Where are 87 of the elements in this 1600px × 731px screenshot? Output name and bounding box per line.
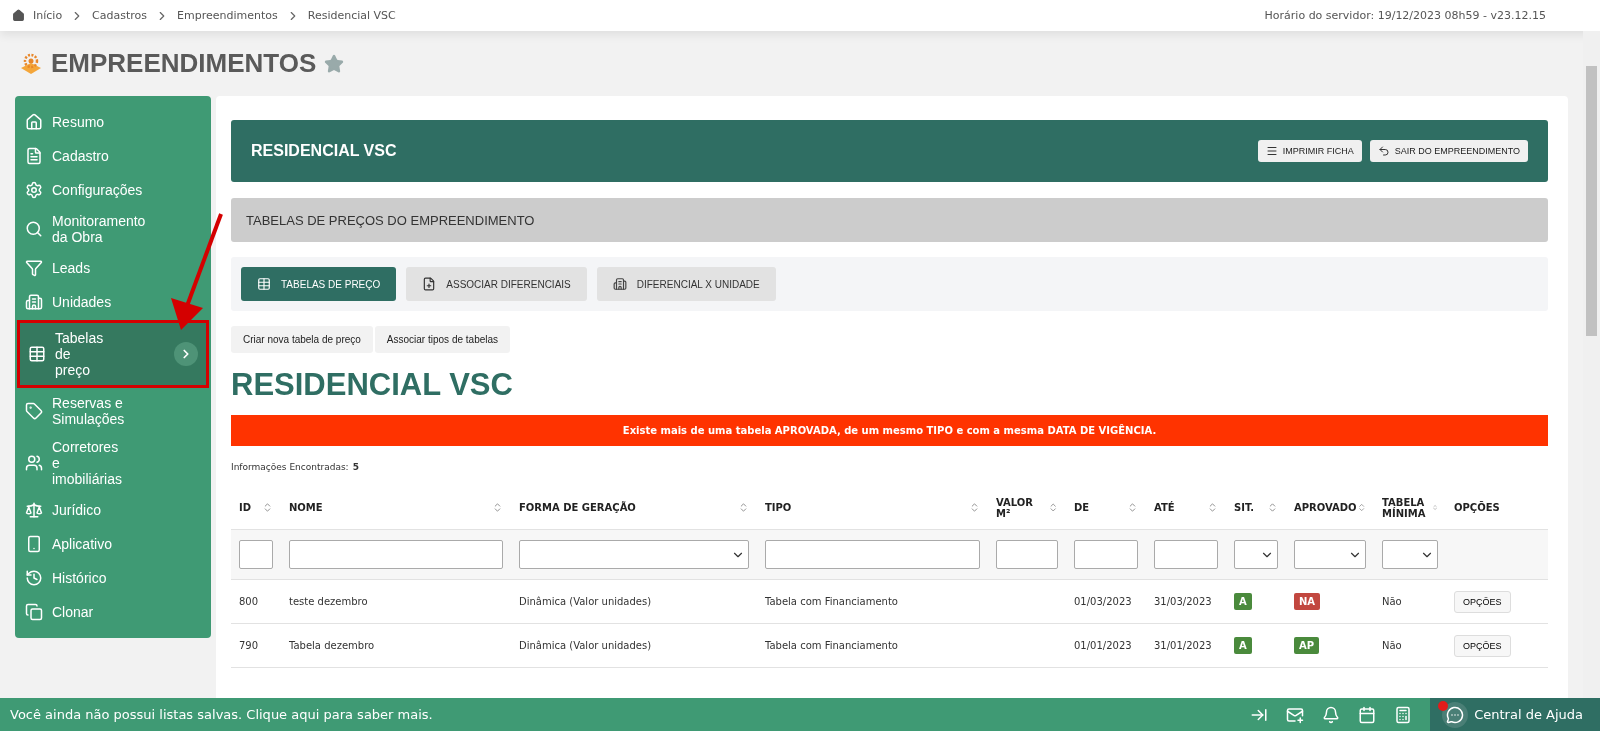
sort-icon (1356, 502, 1366, 513)
server-time: Horário do servidor: 19/12/2023 08h59 - v23.12.15 (1264, 9, 1546, 22)
bell-icon[interactable] (1322, 705, 1341, 724)
table-cell: Dinâmica (Valor unidades) (511, 580, 757, 624)
table-cell: 800 (231, 580, 281, 624)
action-button[interactable]: Criar nova tabela de preço (231, 326, 373, 353)
section-title: TABELAS DE PREÇOS DO EMPREENDIMENTO (231, 198, 1548, 242)
help-button[interactable]: Central de Ajuda (1430, 698, 1600, 731)
home-icon (12, 9, 25, 22)
sort-icon (1431, 502, 1438, 513)
heading: RESIDENCIAL VSC (231, 367, 514, 403)
document-icon (25, 147, 43, 165)
filter-input[interactable] (289, 540, 503, 569)
options-button[interactable]: OPÇÕES (1454, 634, 1511, 657)
breadcrumb-link[interactable]: Residencial VSC (307, 9, 396, 22)
status-badge: A (1234, 593, 1252, 610)
filter-select[interactable] (1234, 540, 1278, 569)
alert-banner: Existe mais de uma tabela APROVADA, de um mesmo TIPO e com a mesma DATA DE VIGÊNCIA. (231, 415, 1548, 446)
sort-icon (969, 502, 980, 513)
filter-input[interactable] (996, 540, 1058, 569)
tab[interactable]: ASSOCIAR DIFERENCIAIS (406, 267, 587, 301)
calculator-icon[interactable] (1394, 705, 1413, 724)
project-title: RESIDENCIAL VSC (251, 142, 397, 160)
table-cell: Tabela com Financiamento (757, 624, 988, 668)
table-cell: Dinâmica (Valor unidades) (511, 624, 757, 668)
sort-icon (262, 502, 273, 513)
sort-icon (492, 502, 503, 513)
count-value: 5 (352, 462, 359, 472)
table-cell: 31/01/2023 (1146, 624, 1226, 668)
table-cell: Não (1374, 624, 1446, 668)
history-icon (25, 569, 43, 587)
table-cell: 790 (231, 624, 281, 668)
approval-badge: AP (1294, 637, 1320, 654)
sort-icon (1127, 502, 1138, 513)
breadcrumb-link[interactable]: Empreendimentos (177, 9, 278, 22)
phone-icon (25, 535, 43, 553)
table-cell: teste dezembro (281, 580, 511, 624)
mail-icon[interactable] (1286, 705, 1305, 724)
filter-input[interactable] (239, 540, 273, 569)
tab[interactable]: DIFERENCIAL X UNIDADE (596, 267, 776, 301)
sort-icon (1267, 502, 1278, 513)
filter-input[interactable] (765, 540, 980, 569)
home-icon (25, 113, 43, 131)
table-cell: Não (1374, 580, 1446, 624)
sort-icon (738, 502, 749, 513)
chat-icon (1446, 705, 1465, 724)
table-icon (28, 345, 46, 363)
back-arrow-icon (1377, 145, 1390, 157)
breadcrumb-link[interactable]: Início (33, 9, 63, 22)
filter-select[interactable] (519, 540, 749, 569)
sort-icon (1207, 502, 1218, 513)
approval-badge: NA (1294, 593, 1321, 610)
sort-icon (1047, 502, 1058, 513)
table-cell: Tabela com Financiamento (757, 580, 988, 624)
settings-icon (25, 181, 43, 199)
filter-select[interactable] (1382, 540, 1438, 569)
tab[interactable]: TABELAS DE PREÇO (241, 267, 397, 301)
filter-select[interactable] (1294, 540, 1366, 569)
building-logo-icon (19, 51, 43, 76)
scale-icon (25, 501, 43, 519)
lines-icon (1265, 145, 1278, 157)
people-icon (25, 454, 43, 472)
sidebar-item[interactable]: Tabelas de preço (17, 320, 209, 388)
count-label: Informações Encontradas: (231, 462, 349, 472)
search-icon (25, 220, 43, 238)
options-button[interactable]: OPÇÕES (1454, 590, 1511, 613)
favorite-star-icon[interactable] (324, 53, 345, 74)
status-badge: A (1234, 637, 1252, 654)
table-cell: 31/03/2023 (1146, 580, 1226, 624)
header-button[interactable]: SAIR DO EMPREENDIMENTO (1369, 140, 1528, 162)
document-icon (422, 277, 437, 291)
table-cell: 01/03/2023 (1066, 580, 1146, 624)
building-icon (25, 293, 43, 311)
action-button[interactable]: Associar tipos de tabelas (374, 326, 511, 353)
tag-icon (25, 402, 43, 420)
table-cell: 01/01/2023 (1066, 624, 1146, 668)
building-icon (612, 277, 627, 291)
filter-input[interactable] (1154, 540, 1218, 569)
page-title: EMPREENDIMENTOS (51, 48, 317, 79)
table-cell: Tabela dezembro (281, 624, 511, 668)
funnel-icon (25, 259, 43, 277)
filter-input[interactable] (1074, 540, 1138, 569)
header-button[interactable]: IMPRIMIR FICHA (1257, 140, 1362, 162)
calendar-icon[interactable] (1358, 705, 1377, 724)
table-icon (257, 277, 271, 291)
copy-icon (25, 603, 43, 621)
breadcrumb-link[interactable]: Cadastros (92, 9, 148, 22)
